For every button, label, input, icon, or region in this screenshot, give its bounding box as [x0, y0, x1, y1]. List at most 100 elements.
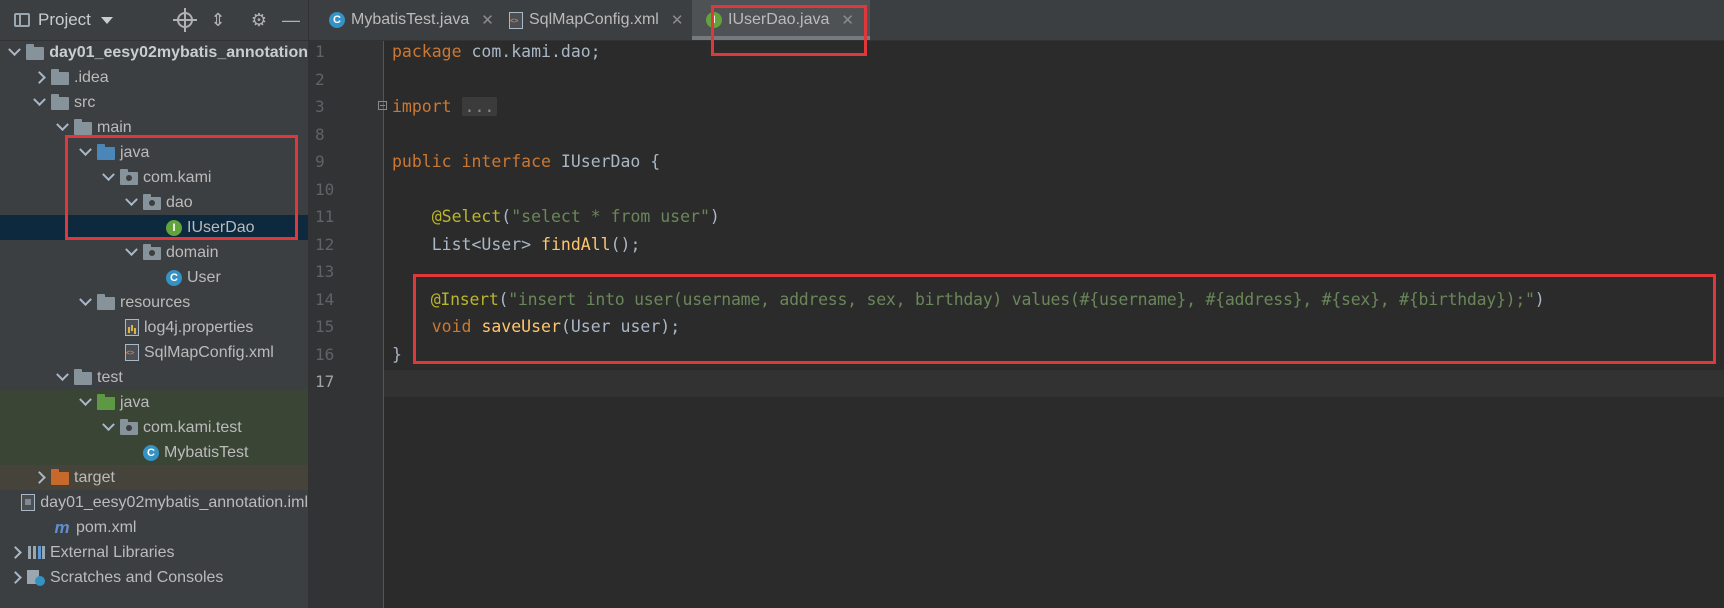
- minimize-icon: —: [282, 9, 300, 30]
- expand-arrow-icon[interactable]: [5, 44, 23, 62]
- tree-item-com-kami-test[interactable]: com.kami.test: [0, 415, 308, 440]
- tree-item-label: .idea: [74, 68, 109, 86]
- expand-arrow-icon[interactable]: [99, 419, 117, 437]
- tree-item-label: java: [120, 143, 150, 161]
- expand-arrow-icon[interactable]: [122, 194, 140, 212]
- folder-icon: [51, 94, 69, 110]
- code-editor[interactable]: package com.kami.dao; import ... public …: [378, 41, 1724, 608]
- line-number: 9: [315, 152, 325, 171]
- tree-item-label: test: [97, 368, 123, 386]
- code-text: IUserDao {: [550, 152, 661, 171]
- string-literal: "select * from user": [511, 207, 710, 226]
- collapse-all-button[interactable]: ⇕: [206, 8, 230, 32]
- hide-panel-button[interactable]: —: [279, 8, 303, 32]
- tree-item-external-libraries[interactable]: External Libraries: [0, 540, 308, 565]
- tree-item-main-java[interactable]: java: [0, 140, 308, 165]
- tab-sqlmapconfig[interactable]: SqlMapConfig.xml ✕: [501, 0, 701, 40]
- module-file-icon: [21, 494, 36, 511]
- libraries-icon: [27, 545, 45, 560]
- collapsed-arrow-icon[interactable]: [30, 69, 48, 87]
- tree-item-user[interactable]: C User: [0, 265, 308, 290]
- code-text: (: [498, 290, 509, 309]
- interface-icon: I: [166, 219, 182, 236]
- locate-file-button[interactable]: [173, 8, 197, 32]
- close-icon[interactable]: ✕: [481, 11, 494, 29]
- scratches-icon: [27, 569, 45, 586]
- code-text: ();: [610, 235, 641, 254]
- tree-item-src[interactable]: src: [0, 90, 308, 115]
- tab-mybatistest[interactable]: C MybatisTest.java ✕: [321, 0, 501, 40]
- line-number: 13: [315, 262, 335, 281]
- folded-imports[interactable]: ...: [461, 97, 498, 116]
- tree-item-test-java[interactable]: java: [0, 390, 308, 415]
- expand-arrow-icon[interactable]: [76, 294, 94, 312]
- expand-arrow-icon[interactable]: [122, 244, 140, 262]
- collapsed-arrow-icon[interactable]: [30, 469, 48, 487]
- line-number: 1: [315, 42, 325, 61]
- source-folder-icon: [97, 144, 115, 160]
- tree-item-log4j[interactable]: log4j.properties: [0, 315, 308, 340]
- close-icon[interactable]: ✕: [671, 11, 684, 29]
- method-name: findAll: [541, 235, 611, 254]
- collapsed-arrow-icon[interactable]: [6, 569, 24, 587]
- project-panel-icon: [14, 13, 30, 27]
- maven-icon: m: [54, 517, 70, 537]
- tree-item-mybatistest[interactable]: C MybatisTest: [0, 440, 308, 465]
- code-line-12: List<User> findAll();: [392, 235, 641, 254]
- code-text: com.kami.dao;: [461, 42, 601, 61]
- tree-item-project-root[interactable]: day01_eesy02mybatis_annotation: [0, 40, 308, 65]
- tree-item-dao[interactable]: dao: [0, 190, 308, 215]
- collapsed-arrow-icon[interactable]: [6, 544, 24, 562]
- tree-item-sqlmapconfig[interactable]: SqlMapConfig.xml: [0, 340, 308, 365]
- tree-item-domain[interactable]: domain: [0, 240, 308, 265]
- keyword: interface: [461, 152, 551, 171]
- method-name: saveUser: [481, 317, 561, 336]
- resources-folder-icon: [97, 294, 115, 310]
- line-number: 11: [315, 207, 335, 226]
- tree-item-pom[interactable]: m pom.xml: [0, 515, 308, 540]
- expand-arrow-icon[interactable]: [30, 94, 48, 112]
- tree-item-label: SqlMapConfig.xml: [144, 343, 274, 361]
- expand-arrow-icon[interactable]: [76, 394, 94, 412]
- gear-icon: ⚙: [250, 9, 268, 30]
- tree-item-label: User: [187, 268, 221, 286]
- expand-arrow-icon[interactable]: [99, 169, 117, 187]
- tree-item-idea[interactable]: .idea: [0, 65, 308, 90]
- tree-item-label: IUserDao: [187, 218, 255, 236]
- tree-item-main[interactable]: main: [0, 115, 308, 140]
- class-icon: C: [166, 269, 182, 286]
- keyword: import: [392, 97, 452, 116]
- tree-item-label: domain: [166, 243, 219, 261]
- tab-iuserdao[interactable]: I IUserDao.java ✕: [692, 0, 870, 40]
- code-line-9: public interface IUserDao {: [392, 152, 660, 171]
- package-icon: [143, 244, 161, 260]
- line-number: 16: [315, 345, 335, 364]
- tree-item-test[interactable]: test: [0, 365, 308, 390]
- tree-item-com-kami[interactable]: com.kami: [0, 165, 308, 190]
- expand-arrow-icon[interactable]: [53, 369, 71, 387]
- code-text: ): [709, 207, 720, 226]
- tree-item-scratches[interactable]: Scratches and Consoles: [0, 565, 308, 590]
- project-panel: Project ⇕ ⚙ — day01_eesy02mybatis_annota…: [0, 0, 309, 608]
- tree-item-label: resources: [120, 293, 191, 311]
- project-panel-title: Project: [38, 10, 91, 29]
- keyword: void: [431, 317, 472, 336]
- code-line-16: }: [392, 345, 402, 364]
- tree-item-iuserdao[interactable]: I IUserDao: [0, 215, 308, 240]
- tree-item-iml[interactable]: day01_eesy02mybatis_annotation.iml: [0, 490, 308, 515]
- settings-button[interactable]: ⚙: [247, 8, 271, 32]
- xml-file-icon: [125, 344, 139, 361]
- close-icon[interactable]: ✕: [841, 11, 854, 29]
- tree-item-resources[interactable]: resources: [0, 290, 308, 315]
- tree-item-target[interactable]: target: [0, 465, 308, 490]
- code-text: (: [501, 207, 512, 226]
- package-icon: [120, 169, 138, 185]
- tree-item-label: main: [97, 118, 132, 136]
- project-view-selector[interactable]: Project: [14, 9, 113, 31]
- expand-arrow-icon[interactable]: [76, 144, 94, 162]
- fold-expand-icon[interactable]: [378, 101, 387, 110]
- tab-label: SqlMapConfig.xml: [529, 11, 659, 28]
- tree-item-label: MybatisTest: [164, 443, 249, 461]
- expand-arrow-icon[interactable]: [53, 119, 71, 137]
- tree-item-label: dao: [166, 193, 193, 211]
